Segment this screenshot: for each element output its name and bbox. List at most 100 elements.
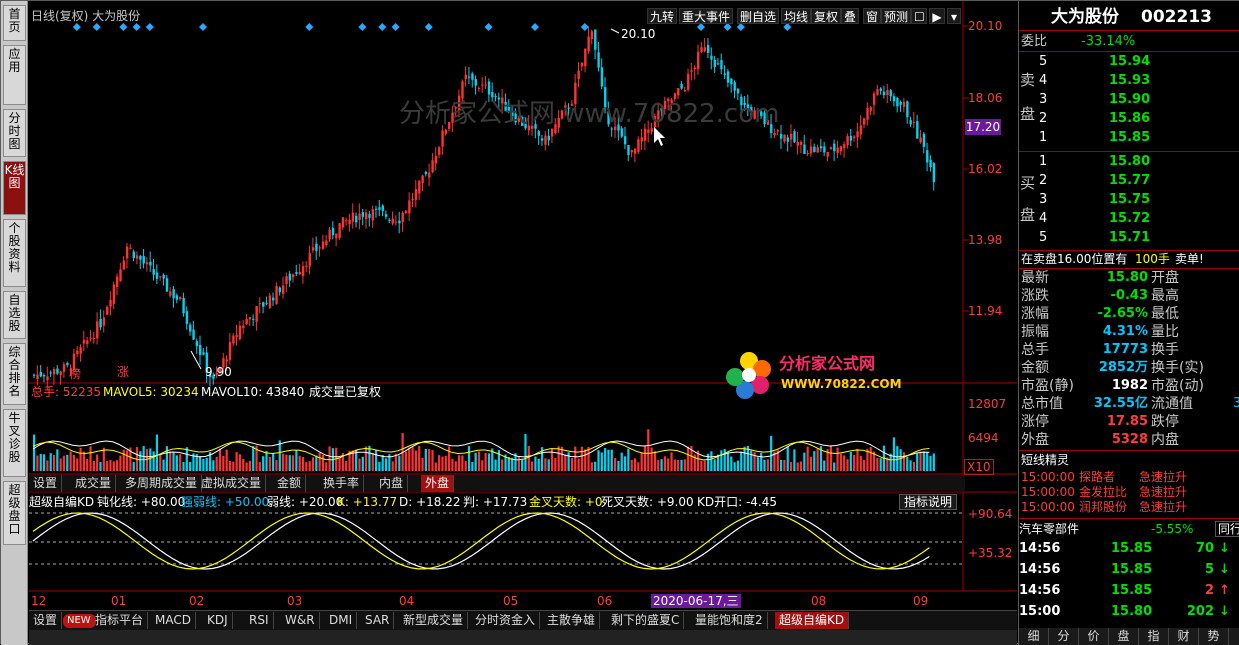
bottom-tab-9[interactable]: 新型成交量 [399,612,469,629]
right-tab-6[interactable]: 势 [1199,628,1229,645]
bottom-tab-5[interactable]: RSI [245,612,274,629]
right-tab-0[interactable]: 细 [1019,628,1049,645]
left-tab-1[interactable]: 应用 [3,45,26,105]
volume-bar [298,455,301,471]
bid-price[interactable]: 15.80 [1109,155,1150,169]
event-diamond-icon[interactable] [199,23,207,31]
volume-tab-3[interactable]: 虚拟成交量 [197,475,267,492]
candle-body [647,129,650,133]
quote-value: -0.43 [1110,288,1148,303]
event-diamond-icon[interactable] [424,23,433,31]
bottom-tab-2[interactable]: 指标平台 [91,612,149,629]
bid-price[interactable]: 15.72 [1109,212,1150,226]
bid-price[interactable]: 15.75 [1109,193,1150,207]
candle-body [202,352,205,355]
volume-bar [345,460,348,471]
left-tab-8[interactable]: 超级盘口 [3,481,26,545]
event-diamond-icon[interactable] [145,23,154,31]
volume-bar [242,458,245,471]
event-diamond-icon[interactable] [378,23,387,31]
event-diamond-icon[interactable] [119,23,128,31]
ask-price[interactable]: 15.86 [1109,112,1150,126]
peer-button[interactable]: 同行 [1215,521,1239,537]
logo-name: 分析家公式网 [779,354,876,373]
event-diamond-icon[interactable] [358,23,367,31]
candle-body [700,47,703,53]
short-elf-name[interactable]: 探路者 [1079,470,1115,484]
left-tab-5[interactable]: 自选股 [3,291,26,339]
toolbar-button-5[interactable]: 叠 [841,8,860,24]
volume-tab-4[interactable]: 金额 [273,475,307,492]
left-tab-3[interactable]: K线图 [3,161,26,215]
info-line-tag: 卖单! [1175,252,1204,266]
candle-body [916,121,919,139]
toolbar-button-6[interactable]: 窗 [863,8,882,24]
bottom-tab-3[interactable]: MACD [151,612,196,629]
event-diamond-icon[interactable] [580,23,589,31]
ask-price[interactable]: 15.90 [1109,93,1150,107]
ask-price[interactable]: 15.94 [1109,55,1150,69]
right-tab-5[interactable]: 财 [1169,628,1199,645]
short-elf-name[interactable]: 金发拉比 [1079,485,1127,499]
candle-body [640,137,643,142]
event-diamond-icon[interactable] [305,23,314,31]
event-diamond-icon[interactable] [484,23,493,31]
indicator-axis-label-2: +35.32 [968,546,1013,560]
bottom-tab-7[interactable]: DMI [325,612,358,629]
indicator-help-button[interactable]: 指标说明 [899,494,958,510]
right-tab-3[interactable]: 盘 [1109,628,1139,645]
event-diamond-icon[interactable] [132,23,141,31]
bottom-tab-8[interactable]: SAR [361,612,395,629]
right-tab-2[interactable]: 价 [1079,628,1109,645]
bid-price[interactable]: 15.71 [1109,231,1150,245]
ask-price[interactable]: 15.85 [1109,131,1150,145]
left-tab-2[interactable]: 分时图 [3,109,26,157]
right-tab-4[interactable]: 指 [1139,628,1169,645]
volume-bar [169,451,172,471]
bid-price[interactable]: 15.77 [1109,174,1150,188]
volume-tab-5[interactable]: 换手率 [319,475,365,492]
toolbar-button-2[interactable]: 删自选 [737,8,780,24]
bottom-tab-14[interactable]: 超级自编KD [775,612,850,629]
event-diamond-icon[interactable] [531,23,539,31]
volume-bar [371,453,374,471]
sector-name[interactable]: 汽车零部件 [1019,522,1079,536]
bottom-tab-13[interactable]: 量能饱和度2 [691,612,768,629]
bid-level: 1 [1039,154,1048,169]
event-mark-2[interactable]: 涨 [117,365,129,379]
toolbar-button-4[interactable]: 复权 [811,8,842,24]
volume-bar [517,456,520,471]
volume-tab-1[interactable]: 成交量 [71,475,117,492]
event-diamond-icon[interactable] [391,23,400,31]
kline-chart-area[interactable]: 日线(复权) 大为股份 九转 重大事件 删自选 均线 复权叠窗预测 ☐ ▶ ▾ 20.10 1… [29,1,1017,608]
event-diamond-icon[interactable] [72,23,81,31]
left-tab-4[interactable]: 个股资料 [3,219,26,287]
bottom-tab-12[interactable]: 剩下的盛夏C [607,612,685,629]
bottom-tab-6[interactable]: W&R [281,612,320,629]
volume-tab-0[interactable]: 设置 [29,475,63,492]
left-tab-7[interactable]: 牛叉诊股 [3,409,26,477]
volume-tab-6[interactable]: 内盘 [375,475,409,492]
arrow-right-icon[interactable]: ▶ [929,8,945,24]
toolbar-button-7[interactable]: 预测 [881,8,912,24]
toolbar-button-3[interactable]: 均线 [781,8,812,24]
bottom-tab-11[interactable]: 主散争雄 [543,612,601,629]
right-tab-1[interactable]: 分 [1049,628,1079,645]
bottom-tab-0[interactable]: 设置 [29,612,63,629]
chevron-down-icon[interactable]: ▾ [947,8,961,24]
left-tab-6[interactable]: 综合排名 [3,343,26,405]
event-diamond-icon[interactable] [92,23,101,31]
left-tab-0[interactable]: 首页 [3,5,26,41]
event-mark-1[interactable]: 榜 [69,367,81,381]
toolbar-button-0[interactable]: 九转 [647,8,678,24]
lock-icon[interactable]: ☐ [911,8,927,24]
bottom-tab-10[interactable]: 分时资金入 [471,612,541,629]
short-elf-name[interactable]: 润邦股份 [1079,500,1127,514]
volume-tab-2[interactable]: 多周期成交量 [121,475,203,492]
volume-tab-7[interactable]: 外盘 [421,475,455,492]
volume-bar [494,459,497,471]
tick-price: 15.85 [1111,541,1153,556]
bottom-tab-4[interactable]: KDJ [203,612,233,629]
ask-price[interactable]: 15.93 [1109,74,1150,88]
toolbar-button-1[interactable]: 重大事件 [679,8,734,24]
